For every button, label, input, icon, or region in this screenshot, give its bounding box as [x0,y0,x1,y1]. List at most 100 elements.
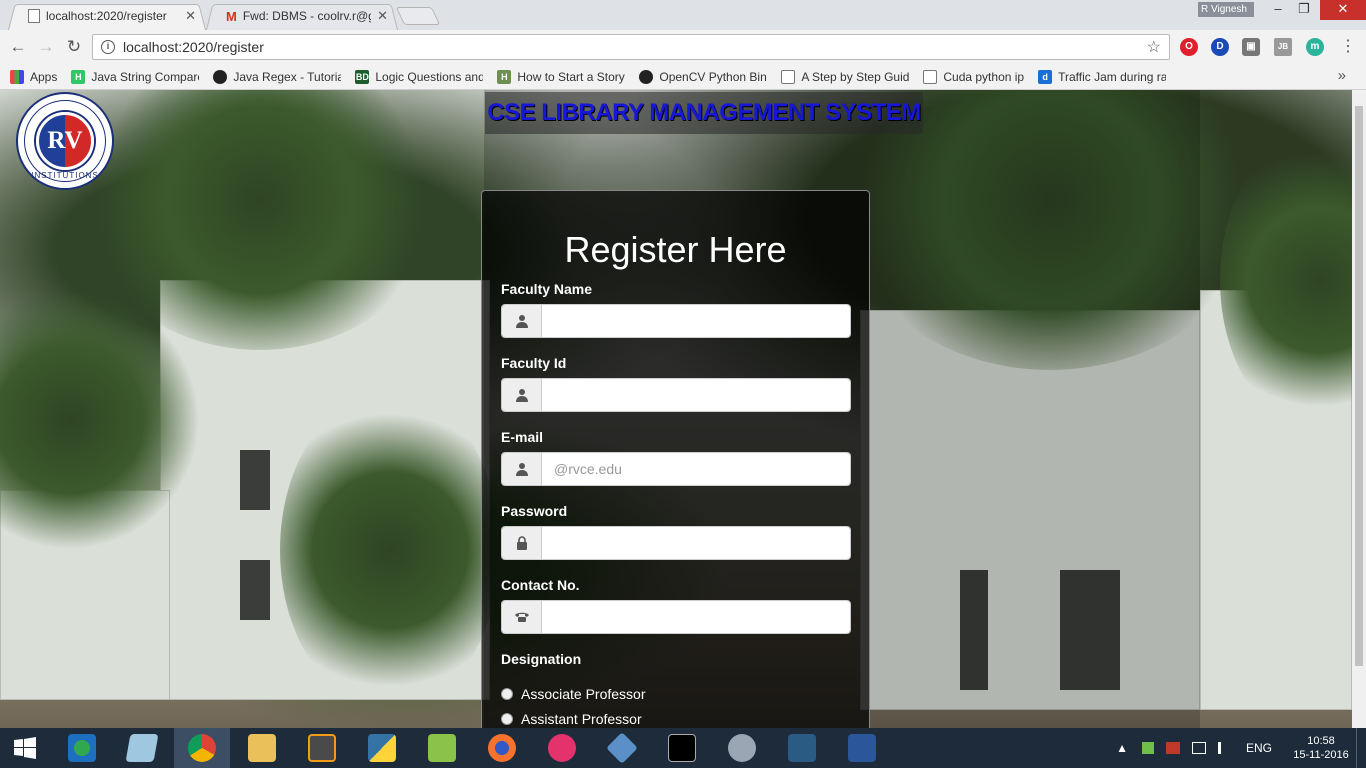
maximize-button[interactable]: ❐ [1288,0,1320,20]
new-tab-button[interactable] [395,7,441,25]
taskbar-flickr[interactable] [534,728,590,768]
more-bookmarks-icon[interactable]: » [1338,67,1346,84]
password-label: Password [501,503,568,519]
incognito-extension-icon[interactable]: ▣ [1242,38,1260,56]
back-button[interactable]: ← [4,37,32,57]
bookmark-label: Apps [30,69,58,84]
address-bar[interactable]: i localhost:2020/register ☆ [92,34,1170,60]
flag-icon[interactable] [1165,742,1180,754]
page-scrollbar[interactable] [1352,90,1366,728]
system-tray: ▲ ENG 10:58 15-11-2016 [1116,728,1366,768]
scroll-thumb[interactable] [1355,106,1363,666]
d-icon: d [1038,69,1053,84]
taskbar-firefox[interactable] [474,728,530,768]
language-indicator[interactable]: ENG [1246,741,1272,755]
github-icon [639,69,654,84]
mysql-icon [788,734,816,762]
terminal-icon [668,734,696,762]
password-input[interactable] [542,527,850,559]
windows-icon [14,737,36,759]
notepad-icon [125,734,159,762]
bookmark-label: Logic Questions and F [375,69,484,84]
bookmark-opencv[interactable]: OpenCV Python Bindi [639,69,767,84]
volume-icon[interactable] [1217,742,1230,754]
window-close-button[interactable]: ✕ [1320,0,1366,20]
url-text[interactable]: localhost:2020/register [123,39,264,55]
taskbar-virtualbox[interactable] [594,728,650,768]
bookmark-logic-questions[interactable]: BD Logic Questions and F [355,69,484,84]
d-extension-icon[interactable]: D [1211,38,1229,56]
folder-icon [248,734,276,762]
bookmark-cuda-python[interactable]: Cuda python ip [923,69,1024,84]
background-tree [280,390,500,710]
network-icon[interactable] [1191,742,1206,754]
hackerrank-icon: H [71,69,86,84]
browser-toolbar: ← → ↻ i localhost:2020/register ☆ O D ▣ … [0,30,1366,64]
tray-chevron-icon[interactable]: ▲ [1116,741,1128,755]
bookmark-start-story[interactable]: H How to Start a Story: [497,69,625,84]
close-icon[interactable]: ✕ [371,8,388,24]
faculty-id-input[interactable] [542,379,850,411]
gmail-icon: M [226,8,237,24]
taskbar-chrome[interactable] [174,728,230,768]
tab-register[interactable]: localhost:2020/register ✕ [8,2,206,30]
user-icon [502,305,542,337]
info-icon[interactable]: i [101,40,115,54]
email-input[interactable] [542,453,850,485]
radio-assistant-professor[interactable]: Assistant Professor [501,711,642,727]
bookmark-step-guide[interactable]: A Step by Step Guide [781,69,909,84]
radio-label: Assistant Professor [521,711,642,727]
taskbar-ie[interactable] [54,728,110,768]
email-group [501,452,851,486]
close-icon[interactable]: ✕ [179,8,196,24]
tab-gmail[interactable]: M Fwd: DBMS - coolrv.r@gm ✕ [206,2,398,30]
page-icon [28,9,40,23]
faculty-name-group [501,304,851,338]
background-window [240,560,270,620]
python-icon [368,734,396,762]
forward-button[interactable]: → [32,37,60,57]
show-desktop-button[interactable] [1356,728,1366,768]
phone-icon [502,601,542,633]
opera-extension-icon[interactable]: O [1180,38,1198,56]
tab-strip: localhost:2020/register ✕ M Fwd: DBMS - … [0,0,1366,30]
taskbar-cmd[interactable] [654,728,710,768]
clock-time: 10:58 [1307,735,1335,747]
m-extension-icon[interactable]: m [1306,38,1324,56]
designation-label: Designation [501,651,582,667]
jb-extension-icon[interactable]: JB [1274,38,1292,56]
radio-associate-professor[interactable]: Associate Professor [501,686,646,702]
bookmark-apps[interactable]: Apps [10,69,58,84]
bookmark-java-string-compare[interactable]: H Java String Compare [71,69,199,84]
faculty-name-input[interactable] [542,305,850,337]
contact-input[interactable] [542,601,850,633]
reload-button[interactable]: ↻ [60,37,88,57]
bookmark-star-icon[interactable]: ☆ [1147,37,1161,57]
start-button[interactable] [0,728,50,768]
radio-button[interactable] [501,713,513,725]
taskbar-explorer[interactable] [234,728,290,768]
page-icon [923,69,938,84]
taskbar-word[interactable] [834,728,890,768]
bookmark-java-regex[interactable]: Java Regex - Tutorial [213,69,341,84]
clock[interactable]: 10:58 15-11-2016 [1286,734,1356,762]
firefox-icon [488,734,516,762]
tab-title: Fwd: DBMS - coolrv.r@gm [242,9,372,23]
site-banner: CSE LIBRARY MANAGEMENT SYSTEM [485,92,923,134]
radio-button[interactable] [501,688,513,700]
shield-icon[interactable] [1141,742,1154,754]
taskbar-settings[interactable] [714,728,770,768]
bookmark-traffic-jam[interactable]: d Traffic Jam during rai [1038,69,1166,84]
taskbar-mysql[interactable] [774,728,830,768]
bookmarks-bar: Apps H Java String Compare Java Regex - T… [0,64,1366,90]
user-icon [502,453,542,485]
register-panel: Register Here Faculty Name Faculty Id E-… [481,190,870,728]
taskbar-python[interactable] [354,728,410,768]
user-icon [502,379,542,411]
profile-badge[interactable]: R Vignesh [1198,2,1254,17]
menu-icon[interactable]: ⋮ [1340,36,1356,56]
taskbar-notepad[interactable] [114,728,170,768]
taskbar-sublime[interactable] [294,728,350,768]
flickr-icon [548,734,576,762]
taskbar-notepadpp[interactable] [414,728,470,768]
